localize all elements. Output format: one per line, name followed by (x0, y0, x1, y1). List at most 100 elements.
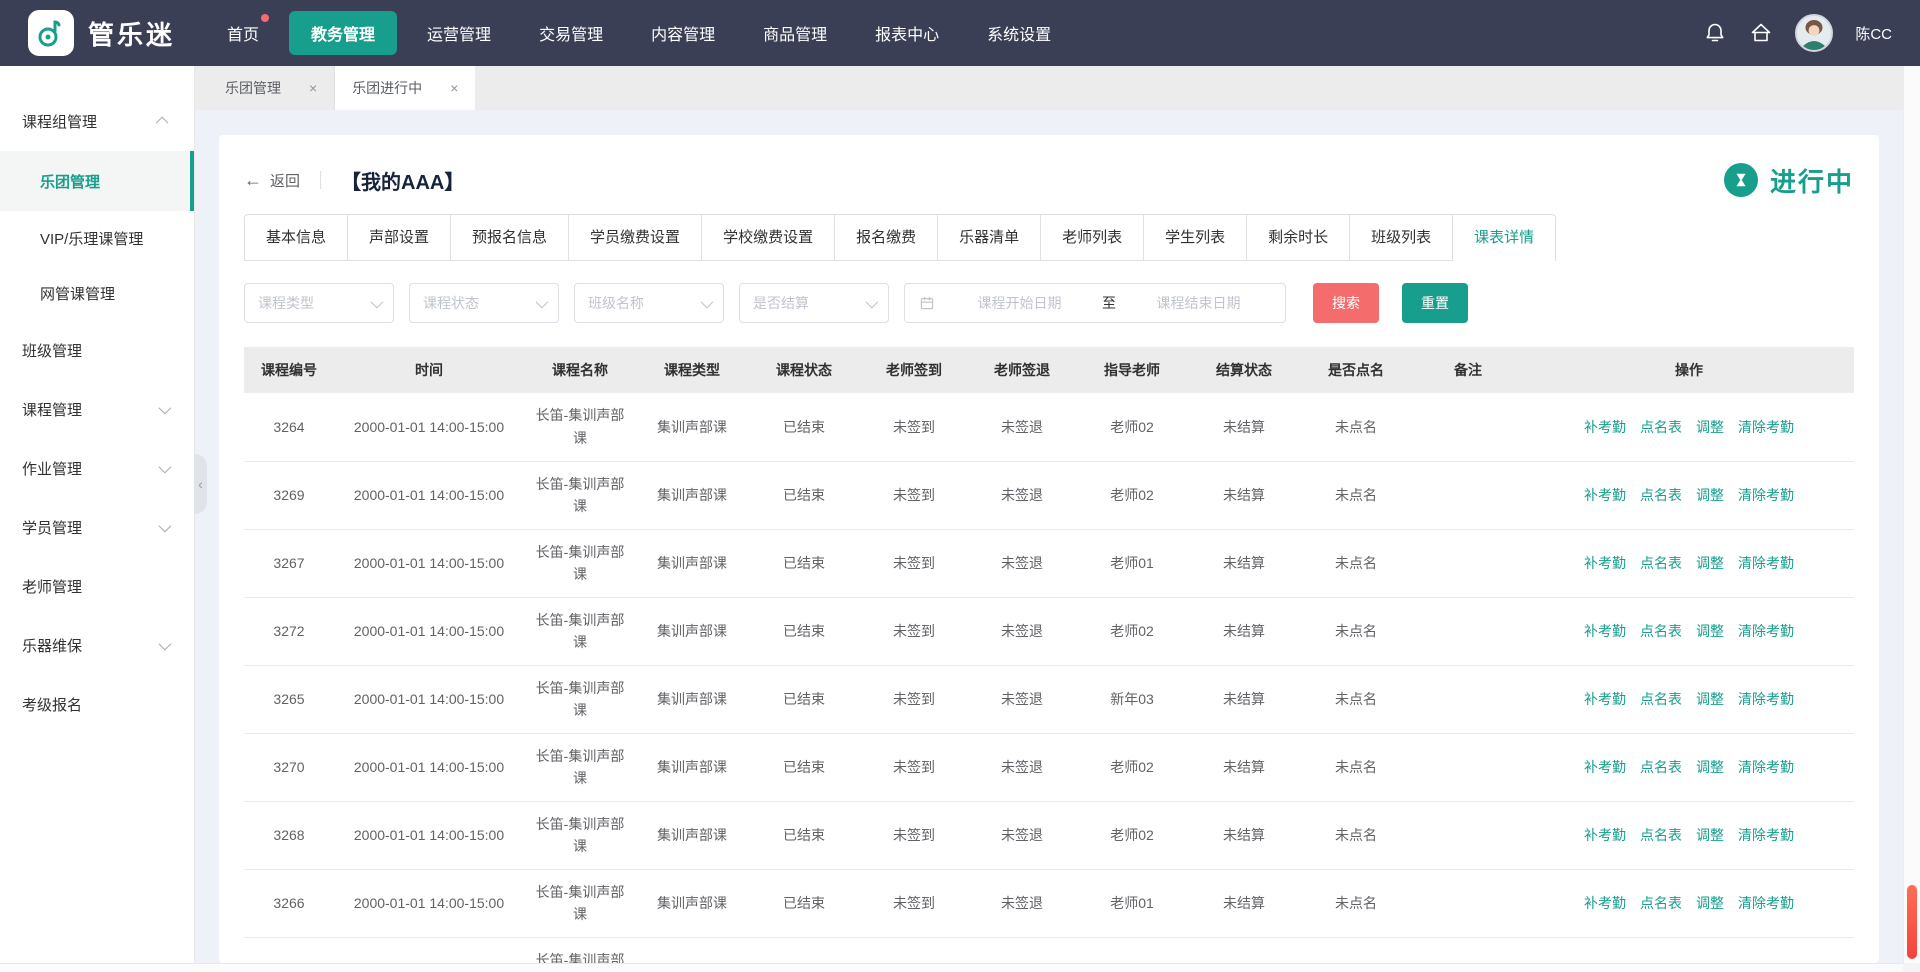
search-button[interactable]: 搜索 (1313, 283, 1379, 323)
nav-item-7[interactable]: 系统设置 (969, 11, 1069, 55)
sidebar-item-10[interactable]: 考级报名 (0, 675, 194, 734)
filter-select-0[interactable]: 课程类型 (244, 283, 394, 323)
column-header: 课程编号 (244, 347, 334, 393)
tab-2[interactable]: 预报名信息 (451, 215, 569, 261)
action-link-2[interactable]: 调整 (1696, 759, 1724, 775)
sidebar-item-2[interactable]: VIP/乐理课管理 (0, 211, 194, 266)
sidebar-item-label: 网管课管理 (40, 283, 115, 304)
action-link-0[interactable]: 补考勤 (1584, 895, 1626, 911)
tab-8[interactable]: 学生列表 (1144, 215, 1247, 261)
tab-3[interactable]: 学员缴费设置 (569, 215, 702, 261)
filter-select-1[interactable]: 课程状态 (409, 283, 559, 323)
nav-item-4[interactable]: 内容管理 (633, 11, 733, 55)
cell-remark (1412, 733, 1524, 801)
tab-1[interactable]: 声部设置 (348, 215, 451, 261)
action-link-2[interactable]: 调整 (1696, 895, 1724, 911)
doc-tab-0[interactable]: 乐团管理 × (208, 66, 335, 110)
action-link-3[interactable]: 清除考勤 (1738, 759, 1794, 775)
sidebar-item-1[interactable]: 乐团管理 (0, 151, 194, 211)
action-link-1[interactable]: 点名表 (1640, 691, 1682, 707)
action-link-0[interactable]: 补考勤 (1584, 691, 1626, 707)
action-link-0[interactable]: 补考勤 (1584, 555, 1626, 571)
select-placeholder: 是否结算 (753, 293, 809, 313)
sidebar-item-0[interactable]: 课程组管理 (0, 92, 194, 151)
action-link-3[interactable]: 清除考勤 (1738, 419, 1794, 435)
action-link-0[interactable]: 补考勤 (1584, 827, 1626, 843)
brand[interactable]: 管乐迷 (28, 10, 175, 56)
user-avatar[interactable] (1795, 14, 1833, 52)
tab-7[interactable]: 老师列表 (1041, 215, 1144, 261)
sidebar-item-6[interactable]: 作业管理 (0, 439, 194, 498)
tab-6[interactable]: 乐器清单 (938, 215, 1041, 261)
action-link-3[interactable]: 清除考勤 (1738, 623, 1794, 639)
sidebar-item-8[interactable]: 老师管理 (0, 557, 194, 616)
action-link-1[interactable]: 点名表 (1640, 419, 1682, 435)
cell-status: 已结束 (748, 461, 860, 529)
filter-select-3[interactable]: 是否结算 (739, 283, 889, 323)
action-link-1[interactable]: 点名表 (1640, 555, 1682, 571)
bell-icon[interactable] (1703, 21, 1727, 45)
action-link-1[interactable]: 点名表 (1640, 759, 1682, 775)
nav-item-2[interactable]: 运营管理 (409, 11, 509, 55)
vertical-scrollbar-thumb[interactable] (1907, 885, 1917, 959)
back-button[interactable]: ← 返回 (244, 170, 300, 191)
tab-9[interactable]: 剩余时长 (1247, 215, 1350, 261)
action-link-0[interactable]: 补考勤 (1584, 419, 1626, 435)
nav-item-6[interactable]: 报表中心 (857, 11, 957, 55)
tab-0[interactable]: 基本信息 (245, 215, 348, 261)
cell-checkout (968, 937, 1076, 963)
action-link-1[interactable]: 点名表 (1640, 487, 1682, 503)
action-link-1[interactable]: 点名表 (1640, 895, 1682, 911)
date-range-picker[interactable]: 课程开始日期 至 课程结束日期 (904, 283, 1286, 323)
tab-5[interactable]: 报名缴费 (835, 215, 938, 261)
action-link-2[interactable]: 调整 (1696, 691, 1724, 707)
close-icon[interactable]: × (450, 80, 458, 96)
cell-checkout: 未签退 (968, 597, 1076, 665)
cell-rollcall: 未点名 (1300, 597, 1412, 665)
sidebar-collapse-handle[interactable]: ‹ (194, 454, 207, 514)
sidebar-item-5[interactable]: 课程管理 (0, 380, 194, 439)
close-icon[interactable]: × (309, 80, 317, 96)
tab-4[interactable]: 学校缴费设置 (702, 215, 835, 261)
doc-tab-label: 乐团管理 (225, 78, 281, 98)
detail-card: ← 返回 【我的AAA】 进行中 基本信息声部设置预报名信息学 (219, 135, 1879, 963)
action-link-3[interactable]: 清除考勤 (1738, 555, 1794, 571)
user-name[interactable]: 陈CC (1855, 23, 1892, 44)
action-link-1[interactable]: 点名表 (1640, 827, 1682, 843)
column-header: 课程类型 (636, 347, 748, 393)
action-link-3[interactable]: 清除考勤 (1738, 827, 1794, 843)
nav-item-3[interactable]: 交易管理 (521, 11, 621, 55)
action-link-3[interactable]: 清除考勤 (1738, 895, 1794, 911)
action-link-0[interactable]: 补考勤 (1584, 759, 1626, 775)
action-link-2[interactable]: 调整 (1696, 419, 1724, 435)
filter-select-2[interactable]: 班级名称 (574, 283, 724, 323)
date-end-input[interactable]: 课程结束日期 (1126, 293, 1271, 313)
cell-id: 3268 (244, 801, 334, 869)
nav-item-5[interactable]: 商品管理 (745, 11, 845, 55)
action-link-3[interactable]: 清除考勤 (1738, 487, 1794, 503)
action-link-2[interactable]: 调整 (1696, 487, 1724, 503)
horizontal-scrollbar[interactable] (0, 963, 1903, 972)
action-link-3[interactable]: 清除考勤 (1738, 691, 1794, 707)
nav-item-1[interactable]: 教务管理 (289, 11, 397, 55)
vertical-scrollbar[interactable] (1903, 66, 1920, 963)
tab-11[interactable]: 课表详情 (1453, 215, 1555, 261)
nav-item-0[interactable]: 首页 (209, 11, 277, 55)
action-link-2[interactable]: 调整 (1696, 623, 1724, 639)
cell-name: 长笛-集训声部课 (524, 529, 636, 597)
action-link-0[interactable]: 补考勤 (1584, 623, 1626, 639)
action-link-2[interactable]: 调整 (1696, 827, 1724, 843)
reset-button[interactable]: 重置 (1402, 283, 1468, 323)
action-link-1[interactable]: 点名表 (1640, 623, 1682, 639)
tab-10[interactable]: 班级列表 (1350, 215, 1453, 261)
sidebar-item-3[interactable]: 网管课管理 (0, 266, 194, 321)
sidebar-item-9[interactable]: 乐器维保 (0, 616, 194, 675)
home-icon[interactable] (1749, 21, 1773, 45)
date-start-input[interactable]: 课程开始日期 (947, 293, 1092, 313)
cell-status (748, 937, 860, 963)
doc-tab-1[interactable]: 乐团进行中× (335, 66, 475, 110)
action-link-0[interactable]: 补考勤 (1584, 487, 1626, 503)
sidebar-item-7[interactable]: 学员管理 (0, 498, 194, 557)
sidebar-item-4[interactable]: 班级管理 (0, 321, 194, 380)
action-link-2[interactable]: 调整 (1696, 555, 1724, 571)
